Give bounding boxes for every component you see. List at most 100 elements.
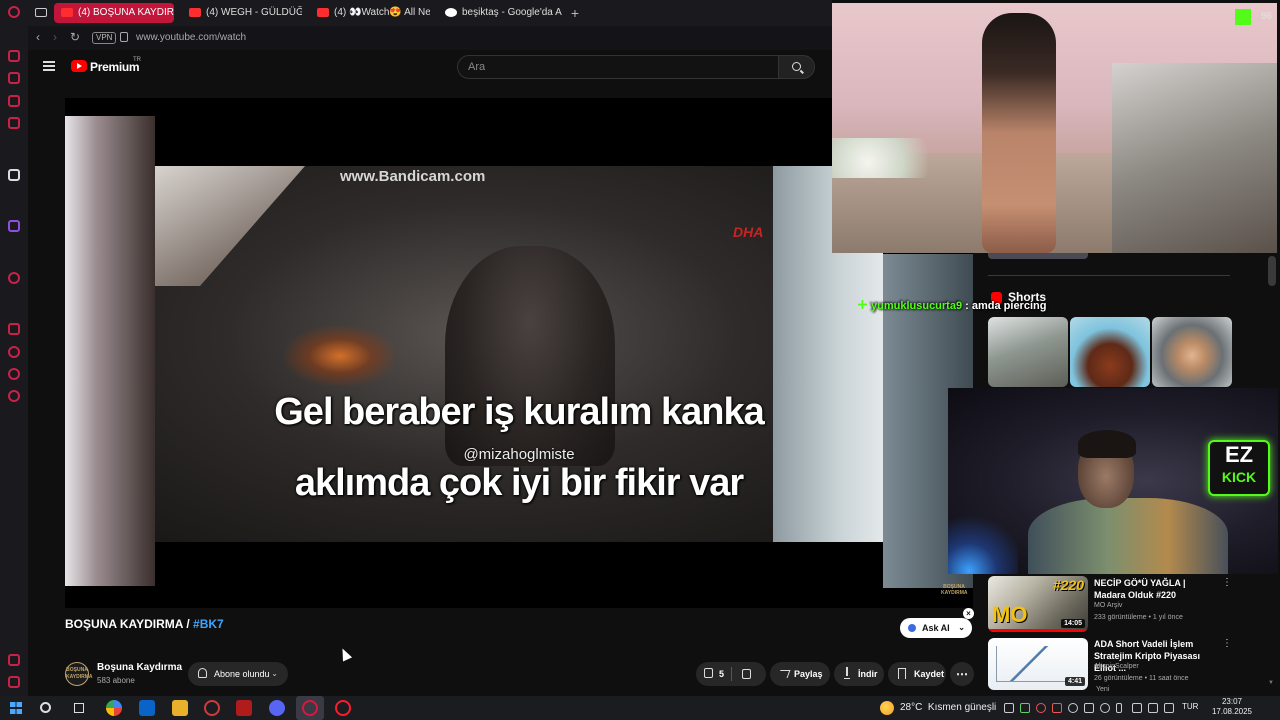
watch-progress-bar bbox=[988, 629, 1088, 632]
downloads-icon[interactable] bbox=[8, 368, 20, 380]
twitch-icon[interactable] bbox=[8, 220, 20, 232]
download-button[interactable]: İndir bbox=[834, 662, 884, 686]
scrollbar-thumb[interactable] bbox=[1268, 256, 1276, 286]
short-thumbnail[interactable] bbox=[1070, 317, 1150, 387]
microphone-icon[interactable] bbox=[1116, 703, 1122, 713]
instagram-icon[interactable] bbox=[8, 117, 20, 129]
tab-wegh[interactable]: (4) WEGH - GÜLDÜĞÜN bbox=[182, 3, 302, 23]
youtube-favicon-icon bbox=[61, 8, 73, 17]
vpn-badge[interactable]: VPN bbox=[92, 32, 117, 44]
outlook-icon[interactable] bbox=[139, 700, 155, 716]
bag-icon[interactable] bbox=[8, 72, 20, 84]
weather-icon[interactable] bbox=[880, 701, 894, 715]
history-icon[interactable] bbox=[8, 346, 20, 358]
opera-logo-icon[interactable] bbox=[8, 6, 20, 18]
like-dislike-group: 5 bbox=[696, 662, 766, 686]
workspaces-icon[interactable] bbox=[32, 3, 50, 23]
sparkle-icon bbox=[908, 624, 916, 632]
thumbs-up-icon[interactable] bbox=[704, 668, 713, 678]
ask-ai-button[interactable]: Ask AI ⌄ bbox=[900, 618, 972, 638]
stream-overlay-video: 96 bbox=[832, 3, 1277, 253]
short-thumbnail[interactable] bbox=[988, 317, 1068, 387]
discord-tray-icon[interactable] bbox=[1004, 703, 1014, 713]
tab-watch[interactable]: (4) 👀Watch😍 All New M bbox=[310, 3, 430, 23]
bell-icon bbox=[198, 668, 207, 678]
player-icon[interactable] bbox=[8, 272, 20, 284]
scroll-down-icon[interactable]: ▼ bbox=[1268, 680, 1274, 686]
tab-google[interactable]: beşiktaş - Google'da Ara bbox=[438, 3, 562, 23]
related-video-thumbnail[interactable]: 4:41 bbox=[988, 638, 1088, 690]
windows-start-icon[interactable] bbox=[10, 702, 22, 714]
like-count[interactable]: 5 bbox=[719, 662, 724, 686]
opera-sidebar bbox=[0, 0, 28, 696]
search-button[interactable] bbox=[779, 55, 815, 79]
channel-name[interactable]: Boşuna Kaydırma bbox=[97, 662, 182, 673]
globe-tray-icon[interactable] bbox=[1068, 703, 1078, 713]
related-video-thumbnail[interactable]: MO #220 14:05 bbox=[988, 576, 1088, 632]
discord-icon[interactable] bbox=[269, 700, 285, 716]
save-button[interactable]: Kaydet bbox=[888, 662, 946, 686]
volume-icon[interactable] bbox=[1164, 703, 1174, 713]
voicemod-icon[interactable] bbox=[236, 700, 252, 716]
related-video-channel[interactable]: MO Arşiv bbox=[1094, 602, 1122, 609]
address-bar: ‹ › ↻ VPN www.youtube.com/watch bbox=[28, 26, 832, 50]
opera-gx-icon bbox=[302, 700, 318, 716]
url-field[interactable]: www.youtube.com/watch bbox=[136, 32, 246, 43]
nvidia-tray-icon[interactable] bbox=[1020, 703, 1030, 713]
youtube-logo-icon[interactable] bbox=[71, 60, 87, 72]
tray-icon[interactable] bbox=[1100, 703, 1110, 713]
close-icon[interactable]: × bbox=[963, 608, 974, 619]
ai-icon[interactable] bbox=[8, 169, 20, 181]
gx-icon[interactable] bbox=[8, 654, 20, 666]
app-icon[interactable] bbox=[204, 700, 220, 716]
back-icon[interactable]: ‹ bbox=[36, 30, 40, 44]
forward-icon[interactable]: › bbox=[53, 30, 57, 44]
youtube-favicon-icon bbox=[317, 8, 329, 17]
tab-youtube-active[interactable]: (4) BOŞUNA KAYDIRMA bbox=[54, 3, 174, 23]
related-video-menu-icon[interactable]: ⋮ bbox=[1222, 577, 1232, 588]
aria-icon[interactable] bbox=[8, 50, 20, 62]
search-icon bbox=[792, 62, 801, 71]
share-button[interactable]: Paylaş bbox=[770, 662, 830, 686]
clock-time[interactable]: 23:07 bbox=[1212, 697, 1252, 706]
country-code: TR bbox=[133, 57, 141, 63]
ez-kick-logo: EZ KICK bbox=[1208, 440, 1270, 496]
related-video-title[interactable]: NECİP GÖ*Ü YAĞLA | Madara Olduk #220 bbox=[1094, 577, 1218, 601]
pinboard-icon[interactable] bbox=[8, 323, 20, 335]
file-explorer-icon[interactable] bbox=[172, 700, 188, 716]
network-icon[interactable] bbox=[1148, 703, 1158, 713]
more-icon[interactable] bbox=[8, 676, 20, 688]
mouse-cursor-icon bbox=[337, 646, 353, 662]
language-indicator[interactable]: TUR bbox=[1182, 702, 1198, 711]
new-tab-button[interactable]: + bbox=[566, 4, 584, 22]
subscribed-button[interactable]: Abone olundu ⌄ bbox=[188, 662, 288, 686]
task-view-icon[interactable] bbox=[74, 703, 84, 713]
display-icon[interactable] bbox=[1132, 703, 1142, 713]
chevron-down-icon: ⌄ bbox=[271, 669, 278, 678]
lock-icon[interactable] bbox=[120, 32, 128, 42]
search-input[interactable]: Ara bbox=[457, 55, 779, 79]
app-tray-icon[interactable] bbox=[1052, 703, 1062, 713]
opera-icon[interactable] bbox=[335, 700, 351, 716]
hashtag-link[interactable]: #BK7 bbox=[193, 617, 224, 631]
related-video-menu-icon[interactable]: ⋮ bbox=[1222, 638, 1232, 649]
chevron-down-icon: ⌄ bbox=[958, 623, 965, 632]
clock-date[interactable]: 17.08.2025 bbox=[1206, 707, 1258, 716]
tray-icon[interactable] bbox=[1084, 703, 1094, 713]
related-video-channel[interactable]: AltcoinScalper bbox=[1094, 663, 1139, 670]
messenger-icon[interactable] bbox=[8, 95, 20, 107]
channel-avatar[interactable]: BOŞUNA KAYDIRMA bbox=[65, 662, 92, 686]
short-thumbnail[interactable] bbox=[1152, 317, 1232, 387]
channel-watermark[interactable]: BOŞUNA KAYDIRMA bbox=[941, 584, 967, 596]
weather-widget[interactable]: 28°C Kısmen güneşli bbox=[900, 702, 996, 713]
chrome-icon[interactable] bbox=[106, 700, 122, 716]
more-actions-button[interactable]: ⋯ bbox=[950, 662, 974, 686]
opera-tray-icon[interactable] bbox=[1036, 703, 1046, 713]
viewer-count: 96 bbox=[1260, 11, 1272, 22]
search-icon[interactable] bbox=[40, 702, 51, 713]
brand-label[interactable]: Premium bbox=[90, 60, 140, 74]
settings-icon[interactable] bbox=[8, 390, 20, 402]
thumbs-down-icon[interactable] bbox=[742, 669, 751, 679]
reload-icon[interactable]: ↻ bbox=[70, 30, 80, 44]
hamburger-menu-icon[interactable] bbox=[43, 61, 55, 71]
